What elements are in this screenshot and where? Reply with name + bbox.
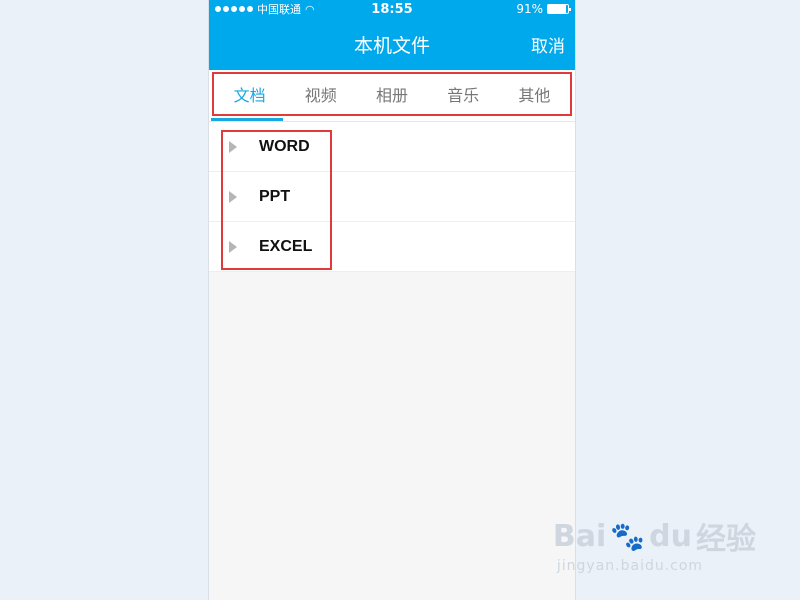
wifi-icon: ◠ xyxy=(305,2,315,16)
active-tab-indicator xyxy=(211,118,283,121)
list-item-label: WORD xyxy=(259,137,310,155)
battery-fill xyxy=(548,5,567,13)
tab-music[interactable]: 音乐 xyxy=(447,82,479,106)
list-item-word[interactable]: WORD xyxy=(209,122,575,172)
tab-bar: 文档 视频 相册 音乐 其他 xyxy=(209,70,575,122)
watermark-brand-right: 经验 xyxy=(696,522,756,557)
baidu-jingyan-watermark: Bai 🐾 du 经验 jingyan.baidu.com xyxy=(553,514,756,575)
list-item-ppt[interactable]: PPT xyxy=(209,172,575,222)
watermark-url: jingyan.baidu.com xyxy=(556,558,704,574)
file-type-list: WORD PPT EXCEL xyxy=(209,122,575,272)
signal-strength-icon xyxy=(215,6,253,12)
tab-other[interactable]: 其他 xyxy=(518,82,550,106)
watermark-brand-paw: du xyxy=(649,518,692,554)
watermark-logo: Bai 🐾 du 经验 xyxy=(553,514,756,558)
list-item-label: EXCEL xyxy=(259,237,313,255)
tab-documents[interactable]: 文档 xyxy=(234,82,266,106)
battery-icon xyxy=(547,4,571,14)
watermark-brand-left: Bai xyxy=(552,518,607,554)
battery-percent: 91% xyxy=(516,2,543,16)
battery-status: 91% xyxy=(516,2,571,16)
expand-arrow-icon xyxy=(229,190,237,203)
list-item-label: PPT xyxy=(259,187,291,205)
list-item-excel[interactable]: EXCEL xyxy=(209,222,575,272)
tab-albums[interactable]: 相册 xyxy=(376,82,408,106)
page-title: 本机文件 xyxy=(353,34,430,57)
status-bar: 中国联通 ◠ 18:55 91% xyxy=(209,0,575,18)
expand-arrow-icon xyxy=(229,240,237,253)
paw-icon: 🐾 xyxy=(610,519,646,553)
cancel-button[interactable]: 取消 xyxy=(531,32,565,57)
tabs-highlight-box: 文档 视频 相册 音乐 其他 xyxy=(212,72,572,116)
tab-videos[interactable]: 视频 xyxy=(305,82,337,106)
carrier-name: 中国联通 xyxy=(257,3,301,16)
phone-screen: 中国联通 ◠ 18:55 91% 本机文件 取消 文档 视频 相册 音乐 其他 … xyxy=(208,0,576,600)
nav-bar: 本机文件 取消 xyxy=(209,18,575,70)
expand-arrow-icon xyxy=(229,140,237,153)
